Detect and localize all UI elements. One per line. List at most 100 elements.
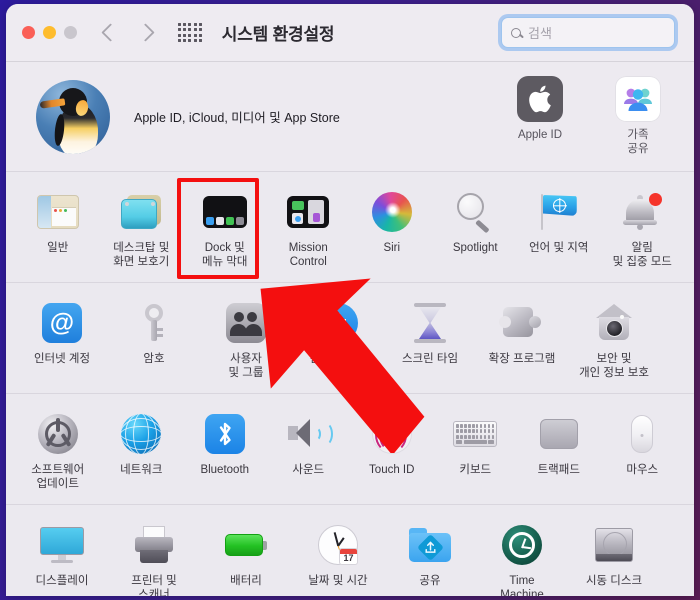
pref-item-label: Siri [383, 242, 401, 254]
accessibility-icon [314, 299, 362, 347]
general-icon [34, 188, 82, 236]
zoom-button[interactable] [64, 26, 77, 39]
pref-item-passwords[interactable]: 암호 [112, 296, 196, 384]
pref-item-label: 시동 디스크 [585, 575, 643, 587]
pref-item-label: 네트워크 [120, 464, 163, 476]
banner-tiles: Apple ID 가족 공유 [498, 76, 680, 156]
nav-arrows [101, 23, 155, 42]
pref-item-label: 공유 [419, 575, 441, 587]
pref-item-internet-accounts[interactable]: @ 인터넷 계정 [20, 296, 104, 384]
pref-item-label: 키보드 [459, 464, 492, 476]
pref-item-mission-control[interactable]: Mission Control [271, 185, 347, 273]
pref-item-time-machine[interactable]: Time Machine [480, 518, 564, 596]
pref-item-mouse[interactable]: 마우스 [605, 407, 681, 495]
pref-item-label: 데스크탑 및 화면 보호기 [113, 242, 170, 268]
pref-item-label: Mission Control [288, 242, 328, 268]
apple-logo-icon [517, 76, 563, 122]
pref-item-users-groups[interactable]: 사용자 및 그룹 [204, 296, 288, 384]
internet-accounts-icon: @ [38, 299, 86, 347]
pref-item-software-update[interactable]: 소프트웨어 업데이트 [20, 407, 96, 495]
pref-item-network[interactable]: 네트워크 [104, 407, 180, 495]
notifications-bell-icon [618, 188, 666, 236]
trackpad-icon [535, 410, 583, 458]
pref-item-spotlight[interactable]: Spotlight [438, 185, 514, 273]
search-input[interactable]: 검색 [501, 17, 675, 48]
pref-row: 일반 데스크탑 및 화면 보호기 Dock 및 메뉴 막대 Mission Co… [6, 185, 694, 273]
pref-item-label: Apple ID [517, 129, 563, 141]
pref-item-siri[interactable]: Siri [354, 185, 430, 273]
pref-item-label: Dock 및 메뉴 막대 [201, 242, 248, 268]
pref-item-label: 인터넷 계정 [33, 353, 91, 365]
screen-time-hourglass-icon [406, 299, 454, 347]
pref-item-label: 스크린 타임 [401, 353, 459, 365]
touch-id-icon [368, 410, 416, 458]
battery-icon [222, 521, 270, 569]
family-sharing-icon [615, 76, 661, 122]
show-all-grid-icon[interactable] [178, 23, 202, 42]
software-update-icon [34, 410, 82, 458]
pref-item-bluetooth[interactable]: Bluetooth [187, 407, 263, 495]
apple-id-banner[interactable]: Apple ID, iCloud, 미디어 및 App Store Apple … [6, 62, 694, 172]
dock-menubar-icon [201, 188, 249, 236]
pref-section-system: 디스플레이 프린터 및 스캐너 배터리 17 날짜 및 시간 공유 Time M… [6, 505, 694, 596]
pref-section-hardware-network: 소프트웨어 업데이트 네트워크 Bluetooth 사운드 Touch ID 키… [6, 394, 694, 505]
pref-item-label: 소프트웨어 업데이트 [31, 464, 85, 490]
pref-item-sharing[interactable]: 공유 [388, 518, 472, 596]
spotlight-icon [451, 188, 499, 236]
calendar-day: 17 [339, 548, 358, 565]
close-button[interactable] [22, 26, 35, 39]
pref-item-label: Touch ID [369, 464, 415, 476]
pref-section-personalization: 일반 데스크탑 및 화면 보호기 Dock 및 메뉴 막대 Mission Co… [6, 172, 694, 283]
passwords-key-icon [130, 299, 178, 347]
pref-item-startup-disk[interactable]: 시동 디스크 [572, 518, 656, 596]
pref-item-label: 트랙패드 [537, 464, 580, 476]
pref-item-date-time[interactable]: 17 날짜 및 시간 [296, 518, 380, 596]
pref-item-label: 날짜 및 시간 [308, 575, 368, 587]
pref-item-apple-id[interactable]: Apple ID [498, 76, 582, 156]
pref-item-dock-menubar[interactable]: Dock 및 메뉴 막대 [187, 185, 263, 273]
pref-item-desktop-screensaver[interactable]: 데스크탑 및 화면 보호기 [104, 185, 180, 273]
mouse-icon [618, 410, 666, 458]
pref-item-label: 알림 및 집중 모드 [612, 242, 672, 268]
minimize-button[interactable] [43, 26, 56, 39]
printers-scanners-icon [130, 521, 178, 569]
pref-item-extensions[interactable]: 확장 프로그램 [480, 296, 564, 384]
notification-badge [649, 193, 663, 206]
pref-item-label: 사용자 및 그룹 [228, 353, 264, 379]
users-groups-icon [222, 299, 270, 347]
search-field-wrapper[interactable]: 검색 [501, 17, 675, 48]
pref-item-touch-id[interactable]: Touch ID [354, 407, 430, 495]
pref-item-battery[interactable]: 배터리 [204, 518, 288, 596]
back-chevron-icon[interactable] [101, 23, 120, 42]
pref-item-screen-time[interactable]: 스크린 타임 [388, 296, 472, 384]
display-icon [38, 521, 86, 569]
pref-item-label: 사운드 [292, 464, 325, 476]
pref-item-trackpad[interactable]: 트랙패드 [521, 407, 597, 495]
pref-item-label: 보안 및 개인 정보 보호 [579, 353, 649, 379]
pref-item-keyboard[interactable]: 키보드 [438, 407, 514, 495]
pref-item-sound[interactable]: 사운드 [271, 407, 347, 495]
pref-item-display[interactable]: 디스플레이 [20, 518, 104, 596]
avatar[interactable] [36, 79, 110, 154]
search-placeholder: 검색 [528, 26, 552, 41]
pref-item-label: 가족 공유 [627, 129, 649, 155]
pref-item-label: 일반 [47, 242, 69, 254]
time-machine-icon [498, 521, 546, 569]
pref-item-label: 암호 [143, 353, 165, 365]
pref-item-language-region[interactable]: 언어 및 지역 [521, 185, 597, 273]
language-region-icon [535, 188, 583, 236]
bluetooth-icon [201, 410, 249, 458]
pref-item-security-privacy[interactable]: 보안 및 개인 정보 보호 [572, 296, 656, 384]
pref-item-general[interactable]: 일반 [20, 185, 96, 273]
sharing-folder-icon [406, 521, 454, 569]
pref-item-accessibility[interactable]: 손쉬운 사용 [296, 296, 380, 384]
startup-disk-icon [590, 521, 638, 569]
pref-item-label: 마우스 [626, 464, 659, 476]
pref-item-printers-scanners[interactable]: 프린터 및 스캐너 [112, 518, 196, 596]
pref-item-family-sharing[interactable]: 가족 공유 [596, 76, 680, 156]
pref-item-notifications-focus[interactable]: 알림 및 집중 모드 [605, 185, 681, 273]
siri-icon [368, 188, 416, 236]
security-privacy-icon [590, 299, 638, 347]
forward-chevron-icon[interactable] [136, 23, 155, 42]
pref-section-accounts: @ 인터넷 계정 암호 사용자 및 그룹 손쉬운 사용 스크린 타임 확장 프로… [6, 283, 694, 394]
